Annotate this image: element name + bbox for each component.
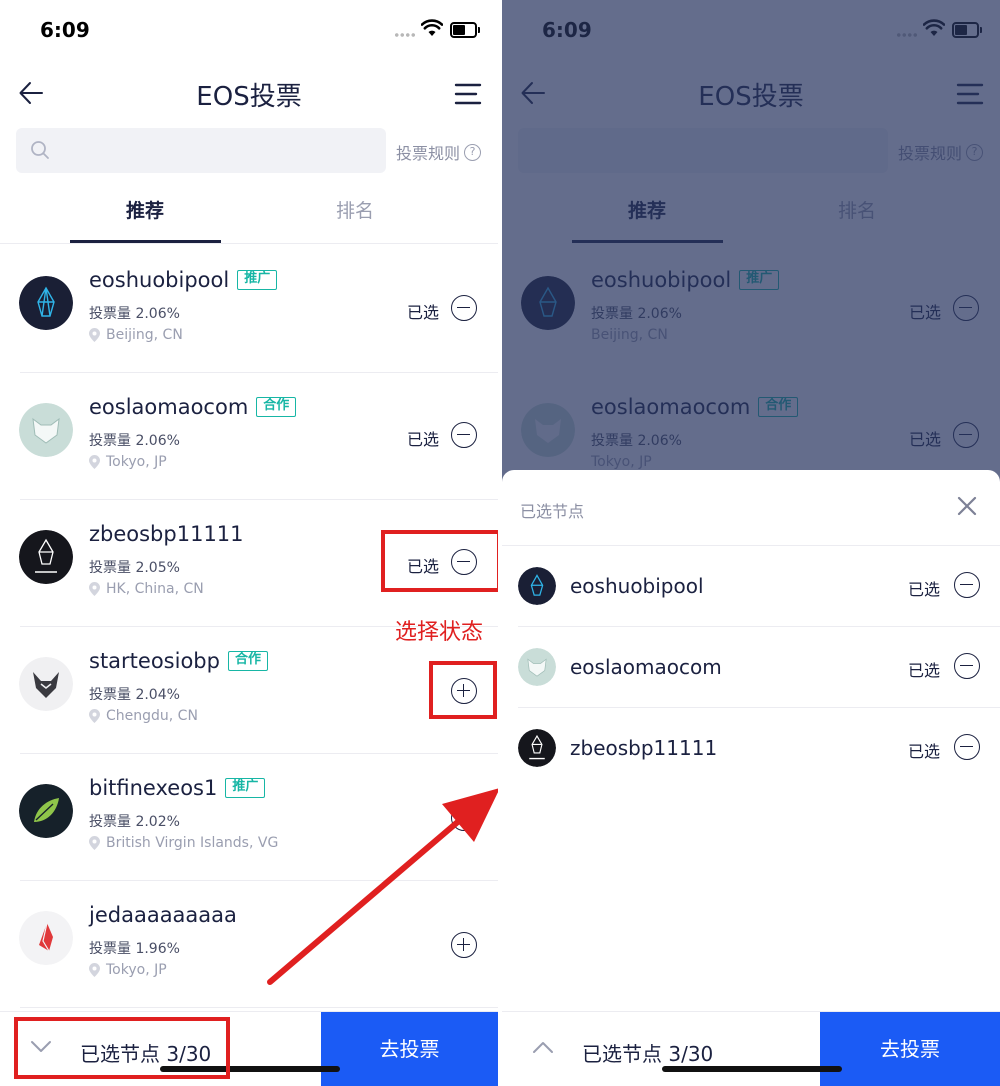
sheet-list-item[interactable]: zbeosbp11111 已选 — [502, 708, 1000, 789]
node-votes: 投票量 2.06% — [89, 306, 180, 322]
selected-label: 已选 — [908, 661, 941, 680]
left-screen: 6:09 EOS投票 投票规则 ? 推荐 排名 eoshuobipool推广 — [0, 0, 498, 1086]
eos-logo-avatar — [518, 567, 556, 605]
search-icon — [31, 141, 49, 159]
zb-eos-avatar — [518, 729, 556, 767]
chevron-up-icon[interactable] — [532, 1040, 554, 1054]
eos-logo-avatar — [19, 276, 73, 330]
sheet-node-name: zbeosbp11111 — [570, 736, 718, 760]
selected-label: 已选 — [908, 580, 941, 599]
battery-icon — [450, 22, 480, 38]
node-votes: 投票量 2.06% — [89, 433, 180, 449]
go-vote-button[interactable]: 去投票 — [321, 1012, 498, 1086]
selected-count[interactable]: 已选节点 3/30 — [582, 1038, 713, 1067]
selected-nodes-sheet: 已选节点 eoshuobipool 已选 eoslaomaocom 已选 zbe… — [502, 470, 1000, 1086]
node-name: jedaaaaaaaaa — [89, 903, 237, 927]
node-votes: 投票量 2.02% — [89, 814, 180, 830]
right-screen: 6:09 EOS投票 投票规则 ? 推荐 排名 eoshuobipool推广 投… — [502, 0, 1000, 1086]
node-name: starteosiobp 合作 — [89, 649, 268, 673]
remove-node-button[interactable] — [451, 422, 477, 448]
help-icon: ? — [464, 143, 482, 161]
home-indicator — [662, 1066, 842, 1072]
annotation-box-add — [429, 661, 497, 719]
search-input[interactable] — [60, 128, 370, 173]
annotation-box-selected — [381, 530, 498, 592]
remove-node-button[interactable] — [954, 572, 980, 598]
sheet-node-name: eoshuobipool — [570, 574, 704, 598]
signal-icon — [394, 33, 416, 37]
tabs-divider — [0, 243, 498, 244]
menu-icon[interactable] — [454, 82, 482, 106]
node-row[interactable]: starteosiobp 合作 投票量 2.04% Chengdu, CN — [0, 627, 498, 754]
wolf-avatar — [19, 657, 73, 711]
sheet-title: 已选节点 — [520, 502, 585, 521]
remove-node-button[interactable] — [954, 653, 980, 679]
partner-tag: 合作 — [227, 651, 268, 671]
search-box[interactable] — [16, 128, 386, 173]
partner-tag: 合作 — [256, 397, 297, 417]
location-pin-icon — [89, 455, 100, 469]
vote-rules-label: 投票规则 — [396, 144, 461, 163]
remove-node-button[interactable] — [451, 295, 477, 321]
location-pin-icon — [89, 963, 100, 977]
zb-eos-avatar — [19, 530, 73, 584]
node-votes: 投票量 2.04% — [89, 687, 180, 703]
close-icon[interactable] — [956, 495, 978, 517]
location-pin-icon — [89, 582, 100, 596]
selected-label: 已选 — [407, 430, 440, 449]
selected-label: 已选 — [407, 303, 440, 322]
tab-recommend[interactable]: 推荐 — [70, 196, 220, 223]
annotation-arrow-icon — [267, 788, 498, 985]
red-logo-avatar — [19, 911, 73, 965]
location-pin-icon — [89, 836, 100, 850]
wifi-icon — [421, 19, 443, 36]
page-title: EOS投票 — [196, 82, 302, 112]
sheet-list-item[interactable]: eoslaomaocom 已选 — [502, 627, 1000, 708]
node-location: Tokyo, JP — [89, 454, 167, 470]
node-name: eoshuobipool推广 — [89, 268, 278, 292]
node-name: zbeosbp11111 — [89, 522, 244, 546]
node-location: British Virgin Islands, VG — [89, 835, 278, 851]
selected-label: 已选 — [908, 742, 941, 761]
location-pin-icon — [89, 709, 100, 723]
node-votes: 投票量 2.05% — [89, 560, 180, 576]
sheet-node-name: eoslaomaocom — [570, 655, 722, 679]
sheet-list-item[interactable]: eoshuobipool 已选 — [502, 546, 1000, 627]
node-name: eoslaomaocom合作 — [89, 395, 297, 419]
node-votes: 投票量 1.96% — [89, 941, 180, 957]
tab-ranking[interactable]: 排名 — [280, 196, 430, 223]
node-row[interactable]: eoshuobipool 推广 投票量 2.06% Beijing, CN 已选 — [0, 246, 498, 373]
annotation-box-count — [14, 1017, 230, 1079]
node-name: bitfinexeos1 推广 — [89, 776, 266, 800]
annotation-label: 选择状态 — [395, 620, 484, 645]
node-location: Chengdu, CN — [89, 708, 198, 724]
node-location: Tokyo, JP — [89, 962, 167, 978]
vote-rules-link[interactable]: 投票规则 ? — [396, 140, 482, 164]
go-vote-button[interactable]: 去投票 — [820, 1012, 1000, 1086]
cat-avatar — [19, 403, 73, 457]
status-time: 6:09 — [40, 18, 90, 42]
node-location: Beijing, CN — [89, 327, 183, 343]
node-row[interactable]: eoslaomaocom 合作 投票量 2.06% Tokyo, JP 已选 — [0, 373, 498, 500]
cat-avatar — [518, 648, 556, 686]
remove-node-button[interactable] — [954, 734, 980, 760]
promo-tag: 推广 — [237, 270, 278, 290]
node-location: HK, China, CN — [89, 581, 204, 597]
bottom-bar: 已选节点 3/30 去投票 — [502, 1011, 1000, 1086]
leaf-avatar — [19, 784, 73, 838]
location-pin-icon — [89, 328, 100, 342]
